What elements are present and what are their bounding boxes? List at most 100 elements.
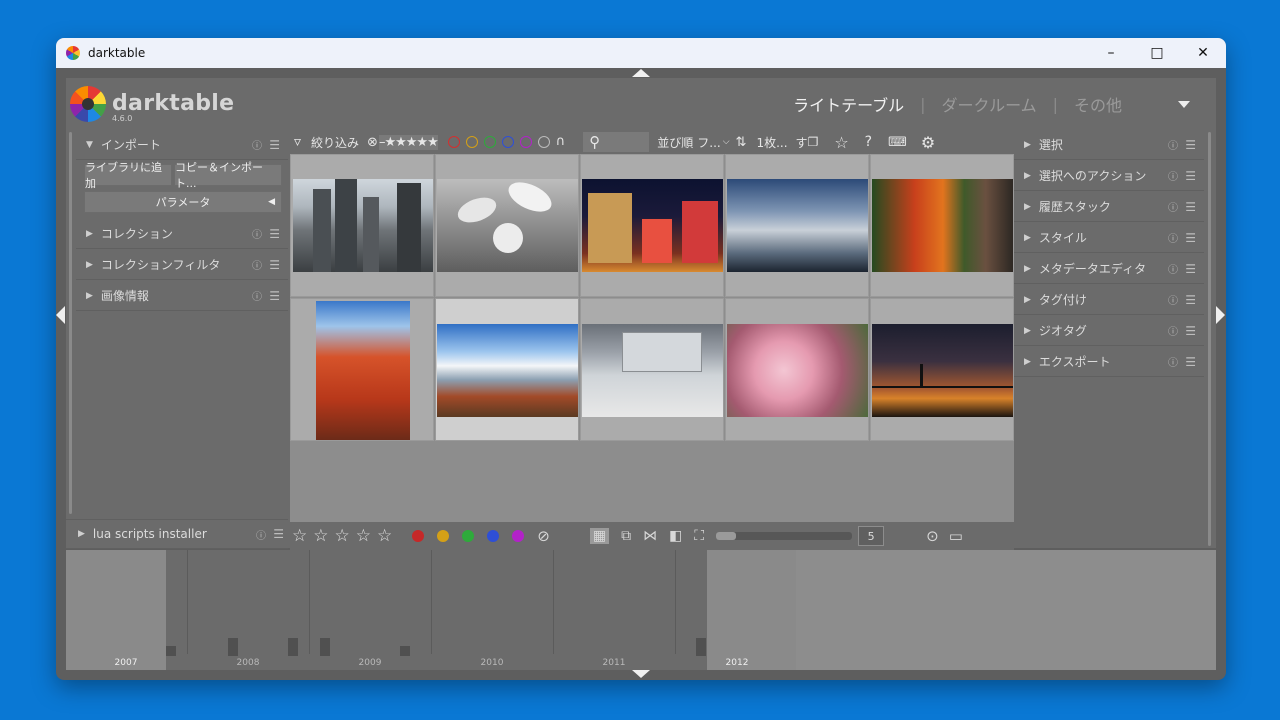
view-other[interactable]: その他 xyxy=(1074,92,1122,116)
overlays-icon[interactable]: ❐ xyxy=(808,135,819,149)
presets-menu-icon[interactable]: ☰ xyxy=(273,527,284,541)
intersection-icon[interactable]: ∩ xyxy=(556,135,566,148)
blue-label-button[interactable] xyxy=(487,530,500,542)
reset-icon[interactable]: ⓘ xyxy=(1168,323,1178,338)
close-button[interactable]: ✕ xyxy=(1180,38,1226,68)
minimize-button[interactable]: – xyxy=(1088,38,1134,68)
thumbnail-cell[interactable] xyxy=(290,298,434,441)
grouping-count[interactable]: 1枚... xyxy=(756,134,787,151)
dropdown-caret-icon[interactable] xyxy=(1178,100,1190,108)
module-selected-actions[interactable]: ▶ 選択へのアクション ⓘ ☰ xyxy=(1014,161,1204,191)
rate-4-star-icon[interactable]: ☆ xyxy=(356,526,371,546)
right-panel-toggle-icon[interactable] xyxy=(1216,306,1225,324)
timeline-selection[interactable] xyxy=(66,550,166,670)
green-label-icon[interactable] xyxy=(483,136,496,148)
right-scrollbar[interactable] xyxy=(1208,132,1211,546)
thumbnail-cell[interactable] xyxy=(580,298,724,441)
presets-menu-icon[interactable]: ☰ xyxy=(269,138,280,152)
reset-icon[interactable]: ⓘ xyxy=(1168,168,1178,183)
module-styles[interactable]: ▶ スタイル ⓘ ☰ xyxy=(1014,223,1204,253)
timeline[interactable]: 2007 2008 2009 2010 2011 2012 xyxy=(66,550,1216,670)
module-select[interactable]: ▶ 選択 ⓘ ☰ xyxy=(1014,130,1204,160)
sort-order-icon[interactable]: ⇅ xyxy=(736,135,747,150)
reset-icon[interactable]: ⓘ xyxy=(1168,137,1178,152)
display-icon[interactable]: ▭ xyxy=(949,527,963,545)
zoom-entry[interactable]: 5 xyxy=(858,526,885,546)
thumbnail-cell[interactable] xyxy=(435,154,579,297)
yellow-label-icon[interactable] xyxy=(465,136,478,148)
color-label-filter[interactable]: ∩ xyxy=(447,135,566,148)
rate-3-star-icon[interactable]: ☆ xyxy=(335,526,350,546)
thumbnail-cell-selected[interactable] xyxy=(435,298,579,441)
module-metadata-editor[interactable]: ▶ メタデータエディタ ⓘ ☰ xyxy=(1014,254,1204,284)
fullscreen-icon[interactable]: ⛶ xyxy=(694,528,704,544)
filter-icon[interactable]: ▿ xyxy=(294,134,301,150)
reset-icon[interactable]: ⓘ xyxy=(1168,230,1178,245)
view-lighttable[interactable]: ライトテーブル xyxy=(793,92,904,116)
rate-2-star-icon[interactable]: ☆ xyxy=(313,526,328,546)
thumbnail-cell[interactable] xyxy=(870,154,1014,297)
presets-menu-icon[interactable]: ☰ xyxy=(1185,200,1196,214)
sort-value[interactable]: フ... xyxy=(697,134,720,151)
thumbnail-cell[interactable] xyxy=(870,298,1014,441)
clear-labels-icon[interactable]: ⊘ xyxy=(537,527,550,545)
culling-icon[interactable]: ⋈ xyxy=(643,528,657,544)
compare-icon[interactable]: ◧ xyxy=(669,528,682,544)
zoom-slider[interactable] xyxy=(716,532,853,540)
module-import[interactable]: ▼ インポート ⓘ ☰ xyxy=(76,130,288,160)
red-label-icon[interactable] xyxy=(447,136,460,148)
copy-import-button[interactable]: コピー＆インポート... xyxy=(174,161,282,190)
module-geotagging[interactable]: ▶ ジオタグ ⓘ ☰ xyxy=(1014,316,1204,346)
add-to-library-button[interactable]: ライブラリに追加 xyxy=(84,161,172,190)
module-image-info[interactable]: ▶ 画像情報 ⓘ ☰ xyxy=(76,281,288,311)
zoomable-icon[interactable]: ⧉ xyxy=(621,528,631,544)
parameters-button[interactable]: パラメータ ◀ xyxy=(84,191,282,213)
focus-peaking-icon[interactable]: ⊙ xyxy=(926,527,939,545)
reset-icon[interactable]: ⓘ xyxy=(252,137,262,152)
keyboard-icon[interactable]: ⌨ xyxy=(888,135,907,150)
help-icon[interactable]: ? xyxy=(865,134,872,150)
view-darkroom[interactable]: ダークルーム xyxy=(942,92,1037,116)
overlay-label[interactable]: す xyxy=(796,134,808,151)
reset-icon[interactable]: ⓘ xyxy=(1168,354,1178,369)
reset-icon[interactable]: ⓘ xyxy=(1168,261,1178,276)
red-label-button[interactable] xyxy=(412,530,425,542)
rate-1-star-icon[interactable]: ☆ xyxy=(292,526,307,546)
presets-menu-icon[interactable]: ☰ xyxy=(1185,355,1196,369)
module-history-stack[interactable]: ▶ 履歴スタック ⓘ ☰ xyxy=(1014,192,1204,222)
presets-menu-icon[interactable]: ☰ xyxy=(1185,138,1196,152)
rate-5-star-icon[interactable]: ☆ xyxy=(377,526,392,546)
reset-icon[interactable]: ⓘ xyxy=(252,288,262,303)
thumbnail-cell[interactable] xyxy=(725,298,869,441)
reset-icon[interactable]: ⓘ xyxy=(252,257,262,272)
presets-menu-icon[interactable]: ☰ xyxy=(1185,262,1196,276)
presets-menu-icon[interactable]: ☰ xyxy=(269,289,280,303)
thumbnail-cell[interactable] xyxy=(290,154,434,297)
thumbnail-cell[interactable] xyxy=(580,154,724,297)
reset-icon[interactable]: ⓘ xyxy=(1168,199,1178,214)
module-collection[interactable]: ▶ コレクション ⓘ ☰ xyxy=(76,219,288,249)
chevron-down-icon[interactable]: ⌵ xyxy=(723,137,730,147)
presets-menu-icon[interactable]: ☰ xyxy=(1185,169,1196,183)
reset-icon[interactable]: ⓘ xyxy=(1168,292,1178,307)
top-panel-toggle-icon[interactable] xyxy=(632,69,650,77)
purple-label-icon[interactable] xyxy=(519,136,532,148)
gray-label-icon[interactable] xyxy=(537,136,550,148)
gear-icon[interactable]: ⚙ xyxy=(921,133,935,152)
presets-menu-icon[interactable]: ☰ xyxy=(269,258,280,272)
rating-range-stars[interactable]: –★★★★★ xyxy=(378,134,439,150)
search-input[interactable]: ⚲ xyxy=(583,132,650,152)
yellow-label-button[interactable] xyxy=(437,530,450,542)
star-icon[interactable]: ☆ xyxy=(834,133,848,152)
left-panel-toggle-icon[interactable] xyxy=(56,306,65,324)
module-lua-scripts[interactable]: ▶ lua scripts installer ⓘ ☰ xyxy=(66,519,288,549)
module-collection-filter[interactable]: ▶ コレクションフィルタ ⓘ ☰ xyxy=(76,250,288,280)
timeline-selection[interactable] xyxy=(707,550,796,670)
presets-menu-icon[interactable]: ☰ xyxy=(269,227,280,241)
module-tagging[interactable]: ▶ タグ付け ⓘ ☰ xyxy=(1014,285,1204,315)
grid-icon[interactable]: ▦ xyxy=(589,528,610,544)
reset-icon[interactable]: ⓘ xyxy=(252,226,262,241)
bottom-panel-toggle-icon[interactable] xyxy=(632,670,650,678)
thumbnail-cell[interactable] xyxy=(725,154,869,297)
blue-label-icon[interactable] xyxy=(501,136,514,148)
